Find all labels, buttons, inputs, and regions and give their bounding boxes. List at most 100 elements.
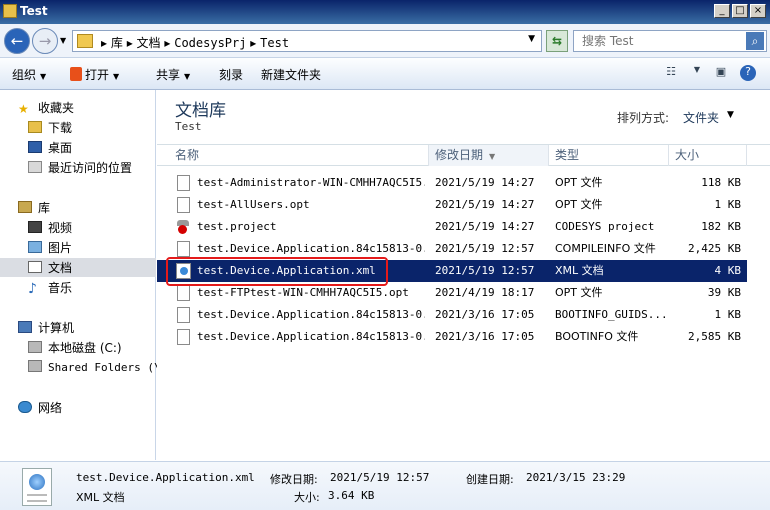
details-size-value: 3.64 KB	[328, 489, 375, 502]
minimize-button[interactable]: _	[714, 4, 730, 18]
maximize-button[interactable]: □	[732, 4, 748, 18]
file-date: 2021/5/19 14:27	[435, 176, 535, 189]
nav-local-disk[interactable]: 本地磁盘 (C:)	[28, 339, 122, 357]
breadcrumb-separator: ▸	[101, 36, 111, 50]
nav-pictures[interactable]: 图片	[28, 239, 72, 257]
nav-label: 音乐	[48, 281, 73, 295]
picture-icon	[28, 241, 42, 253]
file-size: 182 KB	[701, 220, 741, 233]
column-headers: 名称 修改日期 ▼ 类型 大小	[157, 144, 770, 166]
forward-button[interactable]: →	[32, 28, 58, 54]
column-label: 名称	[175, 148, 200, 162]
nav-label: Shared Folders (\\	[48, 361, 168, 374]
nav-videos[interactable]: 视频	[28, 219, 72, 237]
file-type: OPT 文件	[555, 198, 603, 211]
file-size: 4 KB	[714, 264, 742, 277]
recent-pages-dropdown[interactable]: ▼	[60, 36, 66, 45]
nav-label: 桌面	[48, 141, 73, 155]
column-header-date[interactable]: 修改日期 ▼	[429, 145, 549, 166]
open-button[interactable]: 打开 ▼	[70, 66, 119, 83]
chevron-down-icon[interactable]: ▼	[727, 110, 734, 120]
download-folder-icon	[28, 121, 42, 133]
title-bar: Test _ □ ×	[0, 0, 770, 24]
nav-libraries[interactable]: 库	[18, 199, 50, 217]
file-row-selected[interactable]: test.Device.Application.xml 2021/5/19 12…	[157, 260, 747, 282]
column-header-type[interactable]: 类型	[549, 145, 669, 166]
file-date: 2021/5/19 12:57	[435, 242, 535, 255]
close-button[interactable]: ×	[750, 4, 766, 18]
column-header-size[interactable]: 大小	[669, 145, 747, 166]
breadcrumb-library[interactable]: 库	[111, 36, 123, 50]
document-icon	[28, 261, 42, 273]
help-icon[interactable]: ?	[740, 65, 756, 81]
breadcrumb-codesysprj[interactable]: CodesysPrj	[174, 36, 246, 50]
nav-label: 本地磁盘 (C:)	[48, 341, 122, 355]
search-box[interactable]: ⌕	[573, 30, 767, 52]
nav-selection-highlight	[0, 258, 156, 277]
file-list-pane: 文档库 Test 排列方式: 文件夹 ▼ 名称 修改日期 ▼ 类型 大小 test…	[157, 90, 770, 460]
breadcrumb-test[interactable]: Test	[260, 36, 289, 50]
nav-desktop[interactable]: 桌面	[28, 139, 72, 157]
nav-shared-folders[interactable]: Shared Folders (\\	[28, 359, 167, 377]
preview-pane-icon[interactable]: ▣	[712, 65, 730, 81]
nav-network[interactable]: 网络	[18, 399, 62, 417]
column-header-name[interactable]: 名称	[157, 145, 429, 166]
details-modified-value: 2021/5/19 12:57	[330, 471, 430, 484]
file-type: XML 文档	[555, 264, 604, 277]
breadcrumb: ▸ 库 ▸ 文档 ▸ CodesysPrj ▸ Test	[101, 34, 289, 51]
organize-button[interactable]: 组织 ▼	[12, 66, 46, 83]
nav-favorites[interactable]: ★ 收藏夹	[18, 99, 74, 117]
file-row[interactable]: test-Administrator-WIN-CMHH7AQC5I5... 20…	[157, 172, 747, 194]
music-icon: ♪	[28, 281, 37, 297]
new-folder-button[interactable]: 新建文件夹	[261, 66, 321, 83]
computer-icon	[18, 321, 32, 333]
hard-disk-icon	[28, 341, 42, 353]
address-bar-row: ← → ▼ ▸ 库 ▸ 文档 ▸ CodesysPrj ▸ Test ▼ ⇆ ⌕	[0, 24, 770, 58]
file-row[interactable]: test.Device.Application.84c15813-0... 20…	[157, 304, 747, 326]
refresh-button[interactable]: ⇆	[546, 30, 568, 52]
organize-label: 组织	[12, 68, 37, 82]
nav-label: 最近访问的位置	[48, 161, 133, 175]
nav-music[interactable]: ♪ 音乐	[28, 279, 72, 297]
video-icon	[28, 221, 42, 233]
nav-downloads[interactable]: 下载	[28, 119, 72, 137]
nav-label: 网络	[38, 401, 63, 415]
file-row[interactable]: test.project 2021/5/19 14:27 CODESYS pro…	[157, 216, 747, 238]
folder-icon	[3, 4, 17, 18]
details-size-label: 大小:	[294, 491, 320, 504]
share-button[interactable]: 共享 ▼	[156, 66, 190, 83]
breadcrumb-documents[interactable]: 文档	[137, 36, 161, 50]
file-row[interactable]: test.Device.Application.84c15813-0... 20…	[157, 238, 747, 260]
nav-label: 下载	[48, 121, 73, 135]
file-date: 2021/3/16 17:05	[435, 330, 535, 343]
search-input[interactable]	[582, 33, 742, 49]
column-label: 修改日期	[435, 148, 484, 162]
arrange-by-dropdown[interactable]: 文件夹	[683, 109, 719, 126]
file-row[interactable]: test-AllUsers.opt 2021/5/19 14:27 OPT 文件…	[157, 194, 747, 216]
file-name: test-Administrator-WIN-CMHH7AQC5I5...	[197, 176, 425, 189]
nav-recent-places[interactable]: 最近访问的位置	[28, 159, 132, 177]
view-options-icon[interactable]: ☷	[662, 65, 680, 81]
folder-icon	[77, 34, 93, 48]
network-drive-icon	[28, 360, 42, 372]
library-icon	[18, 201, 32, 213]
library-title: 文档库	[175, 101, 226, 121]
breadcrumb-separator: ▸	[126, 36, 137, 50]
back-button[interactable]: ←	[4, 28, 30, 54]
chevron-down-icon[interactable]: ▼	[688, 65, 706, 81]
file-date: 2021/4/19 18:17	[435, 286, 535, 299]
address-input[interactable]: ▸ 库 ▸ 文档 ▸ CodesysPrj ▸ Test ▼	[72, 30, 542, 52]
file-row[interactable]: test-FTPtest-WIN-CMHH7AQC5I5.opt 2021/4/…	[157, 282, 747, 304]
chevron-down-icon[interactable]: ▼	[528, 34, 535, 44]
share-label: 共享	[156, 68, 181, 82]
file-row[interactable]: test.Device.Application.84c15813-0... 20…	[157, 326, 747, 348]
nav-computer[interactable]: 计算机	[18, 319, 74, 337]
details-filename: test.Device.Application.xml	[76, 471, 255, 484]
search-icon[interactable]: ⌕	[746, 32, 764, 50]
burn-button[interactable]: 刻录	[219, 66, 243, 83]
chevron-down-icon: ▼	[113, 72, 120, 81]
nav-label: 库	[38, 201, 51, 215]
library-subtitle: Test	[175, 120, 202, 133]
file-name: test.Device.Application.xml	[197, 264, 376, 277]
nav-documents[interactable]: 文档	[28, 259, 72, 277]
